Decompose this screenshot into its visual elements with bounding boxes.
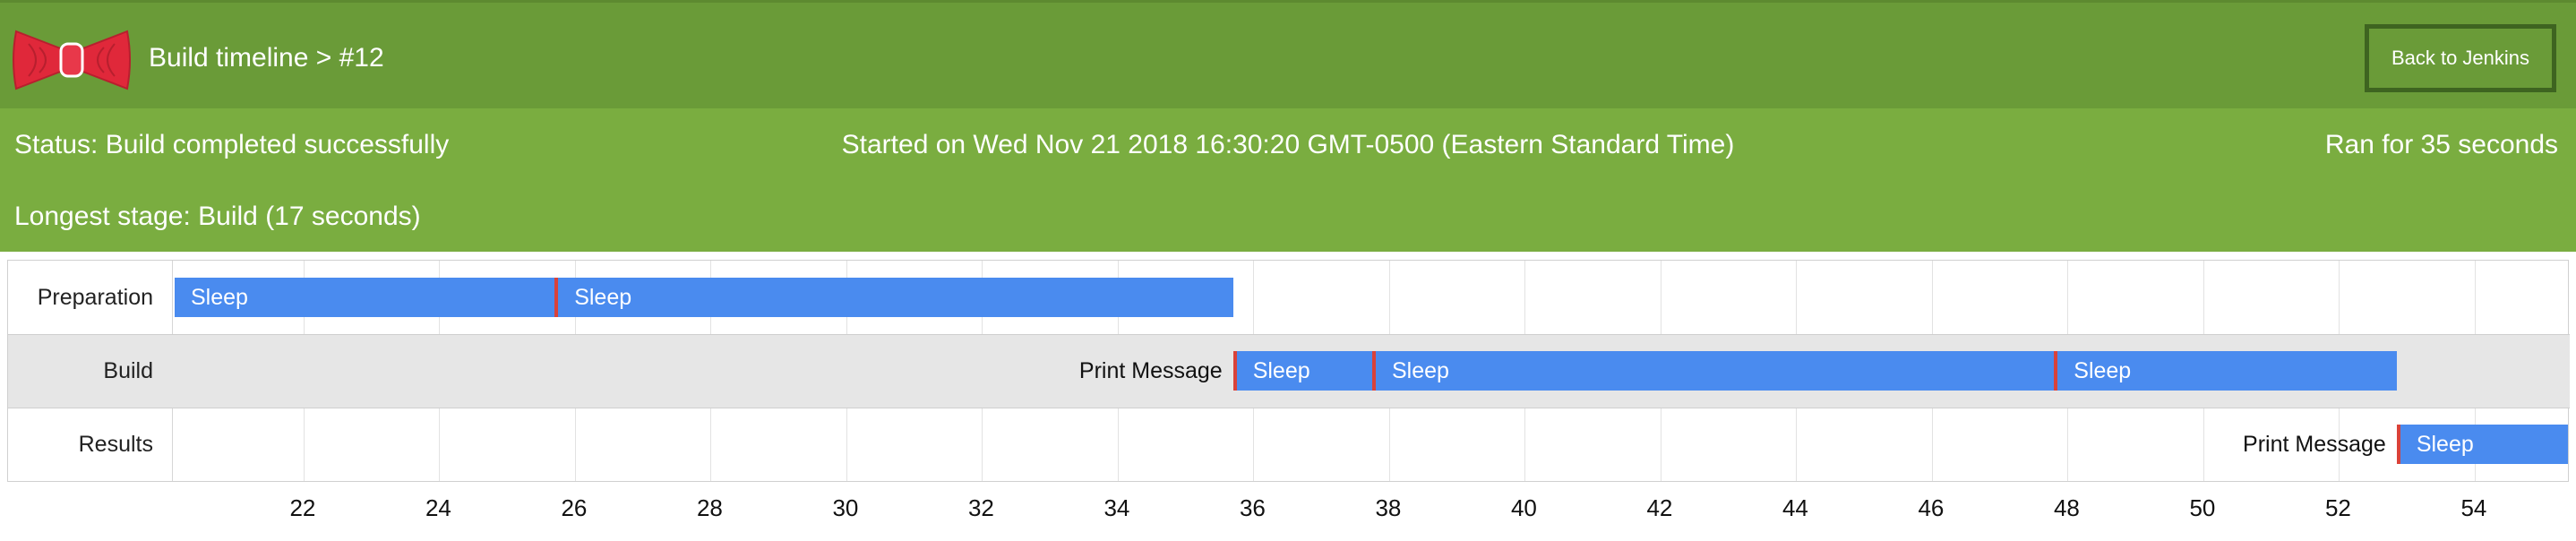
longest-stage: Longest stage: Build (17 seconds)	[14, 202, 421, 231]
lane-label: Results	[78, 431, 153, 457]
build-duration: Ran for 35 seconds	[2324, 130, 2558, 159]
axis-tick-label: 26	[561, 494, 588, 521]
lane-label: Preparation	[37, 284, 153, 310]
axis-tick-label: 24	[425, 494, 451, 521]
lane-label: Build	[103, 357, 153, 383]
bowtie-logo-icon	[13, 30, 131, 90]
header-bar: Build timeline > #12 Back to Jenkins	[0, 0, 2576, 108]
axis-tick-label: 34	[1103, 494, 1130, 521]
axis-tick-label: 40	[1510, 494, 1537, 521]
task-outside-label: Print Message	[2243, 432, 2386, 457]
axis-tick-label: 48	[2053, 494, 2080, 521]
task-bar[interactable]: Sleep	[2054, 351, 2397, 391]
axis-tick-label: 50	[2189, 494, 2216, 521]
status-bar: Status: Build completed successfully Sta…	[0, 108, 2576, 252]
timeline-chart: Preparation Sleep Sleep Build Print Message S…	[7, 260, 2570, 482]
lane-separator	[8, 334, 2570, 335]
axis-tick-label: 28	[696, 494, 723, 521]
back-to-jenkins-button[interactable]: Back to Jenkins	[2365, 24, 2556, 92]
task-bar[interactable]: Sleep	[175, 278, 555, 317]
timeline-lane-results: Results Print Message Sleep	[8, 408, 2570, 481]
axis-tick-label: 52	[2324, 494, 2351, 521]
task-bar[interactable]: Sleep	[1232, 351, 1372, 391]
axis-tick-label: 30	[832, 494, 859, 521]
axis-tick-label: 22	[289, 494, 316, 521]
axis-tick-label: 36	[1239, 494, 1266, 521]
axis-tick-label: 54	[2460, 494, 2487, 521]
timeline-lane-preparation: Preparation Sleep Sleep	[8, 261, 2570, 334]
task-bar[interactable]: Sleep	[1371, 351, 2055, 391]
axis-tick-label: 44	[1782, 494, 1808, 521]
build-start-time: Started on Wed Nov 21 2018 16:30:20 GMT-…	[841, 130, 1735, 159]
task-bar[interactable]: Sleep	[2396, 425, 2568, 464]
page-title: Build timeline > #12	[149, 43, 384, 73]
axis-tick-label: 38	[1375, 494, 1402, 521]
axis-tick-label: 42	[1646, 494, 1673, 521]
axis-tick-label: 32	[967, 494, 994, 521]
axis-tick-label: 46	[1918, 494, 1945, 521]
task-bar[interactable]: Sleep	[554, 278, 1233, 317]
timeline-lane-build: Build Print Message Sleep Sleep Sleep	[8, 334, 2570, 408]
task-outside-label: Print Message	[1078, 358, 1223, 383]
